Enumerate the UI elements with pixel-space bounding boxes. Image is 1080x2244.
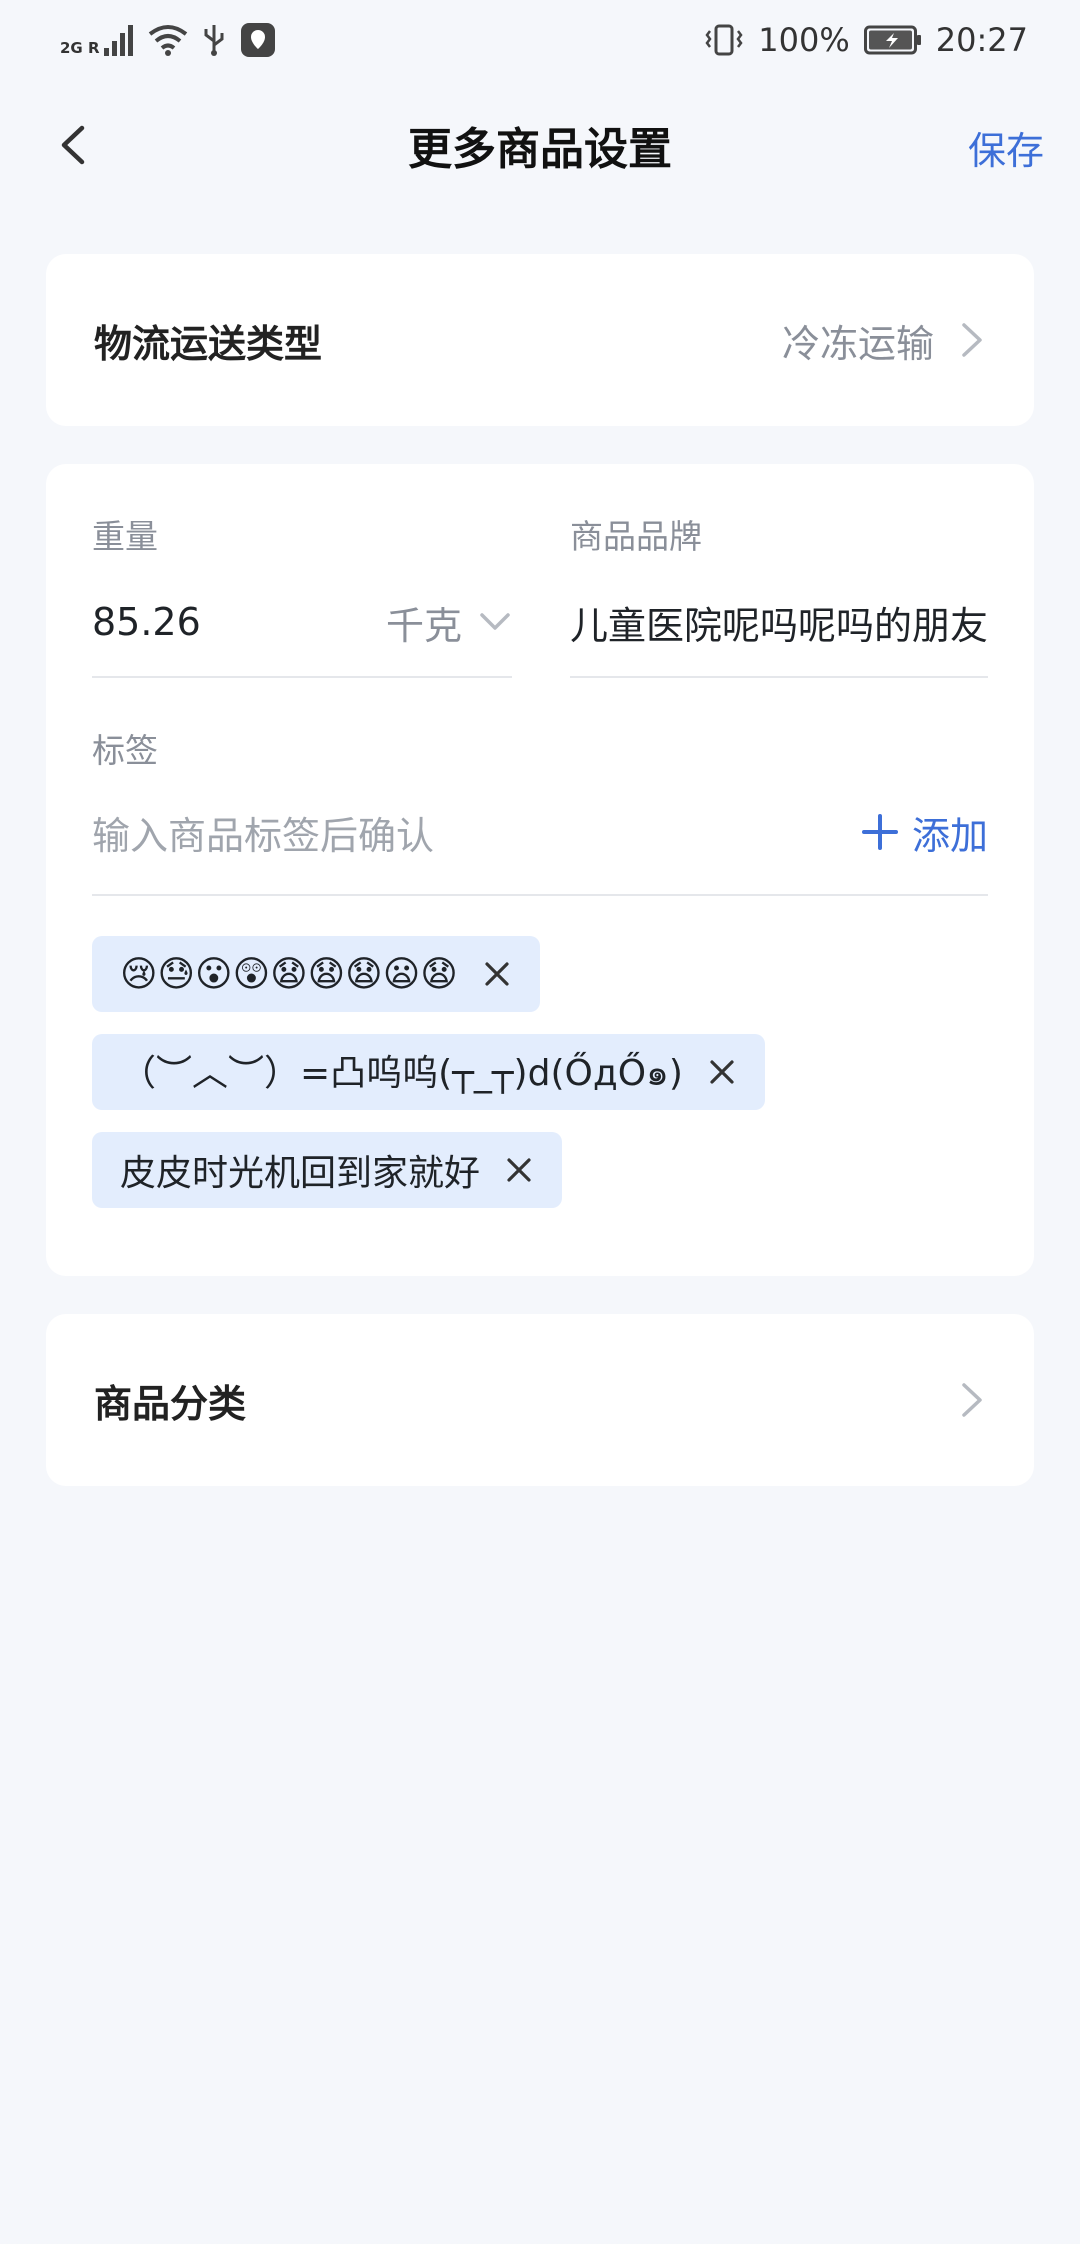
weight-unit-select[interactable]: 千克 bbox=[386, 595, 512, 650]
weight-field[interactable]: 85.26 千克 bbox=[92, 582, 512, 662]
brand-label: 商品品牌 bbox=[570, 517, 702, 556]
back-icon bbox=[61, 125, 85, 165]
category-row[interactable]: 商品分类 bbox=[46, 1314, 1034, 1486]
status-bar: 2G R 100% 20:27 bbox=[0, 0, 1080, 80]
back-button[interactable] bbox=[48, 118, 102, 172]
clock: 20:27 bbox=[935, 21, 1028, 59]
app-notification-icon bbox=[240, 23, 275, 57]
brand-input[interactable]: 儿童医院呢吗呢吗的朋友 bbox=[570, 595, 990, 650]
tag-chip: 皮皮时光机回到家就好 bbox=[92, 1132, 563, 1208]
network-indicator: 2G R bbox=[60, 24, 134, 56]
chevron-down-icon bbox=[480, 613, 510, 630]
logistics-value: 冷冻运输 bbox=[781, 321, 934, 366]
usb-icon bbox=[204, 25, 224, 56]
logistics-row[interactable]: 物流运送类型 冷冻运输 bbox=[46, 254, 1034, 426]
tag-chip-text: 皮皮时光机回到家就好 bbox=[120, 1153, 481, 1194]
logistics-label: 物流运送类型 bbox=[94, 321, 323, 366]
brand-divider bbox=[570, 676, 988, 678]
status-right: 100% 20:27 bbox=[704, 21, 1028, 59]
tags-label: 标签 bbox=[92, 731, 158, 770]
signal-icon bbox=[103, 25, 133, 56]
network-type-text: 2G R bbox=[60, 39, 100, 57]
tag-chip: （︶︿︶）=凸呜呜(┬_┬)d(ŐдŐ๑) bbox=[92, 1034, 765, 1110]
nav-bar: 更多商品设置 保存 bbox=[0, 100, 1080, 190]
close-icon[interactable] bbox=[707, 1057, 737, 1087]
battery-percent: 100% bbox=[758, 21, 850, 59]
weight-unit: 千克 bbox=[385, 603, 462, 648]
details-card: 重量 85.26 千克 商品品牌 儿童医院呢吗呢吗的朋友 标签 输入商品标签后确… bbox=[46, 464, 1034, 1276]
wifi-icon bbox=[148, 25, 187, 56]
plus-icon bbox=[861, 814, 898, 850]
weight-divider bbox=[92, 676, 512, 678]
tag-chip-text: （︶︿︶）=凸呜呜(┬_┬)d(ŐдŐ๑) bbox=[120, 1052, 683, 1094]
tag-chip: 😢😓😮😲😧😧😧😦😧 bbox=[92, 936, 540, 1012]
close-icon[interactable] bbox=[482, 959, 512, 989]
logistics-value-group: 冷冻运输 bbox=[782, 313, 986, 368]
status-left: 2G R bbox=[60, 22, 276, 58]
category-label: 商品分类 bbox=[94, 1381, 247, 1426]
close-icon[interactable] bbox=[504, 1155, 534, 1185]
add-tag-button[interactable]: 添加 bbox=[861, 805, 988, 860]
chevron-right-icon bbox=[962, 1383, 982, 1417]
tag-input-divider bbox=[92, 894, 988, 896]
chevron-right-icon bbox=[962, 323, 982, 357]
battery-icon bbox=[863, 25, 921, 55]
save-button[interactable]: 保存 bbox=[968, 120, 1044, 175]
weight-label: 重量 bbox=[92, 517, 158, 556]
tag-chip-text: 😢😓😮😲😧😧😧😦😧 bbox=[120, 953, 458, 995]
add-tag-label: 添加 bbox=[911, 813, 988, 858]
weight-input[interactable]: 85.26 bbox=[92, 600, 201, 644]
tag-input-row: 输入商品标签后确认 添加 bbox=[92, 792, 988, 872]
page-title: 更多商品设置 bbox=[408, 124, 672, 175]
tag-input[interactable]: 输入商品标签后确认 bbox=[92, 805, 434, 860]
brand-field[interactable]: 儿童医院呢吗呢吗的朋友 bbox=[570, 582, 990, 662]
vibrate-icon bbox=[705, 24, 743, 56]
